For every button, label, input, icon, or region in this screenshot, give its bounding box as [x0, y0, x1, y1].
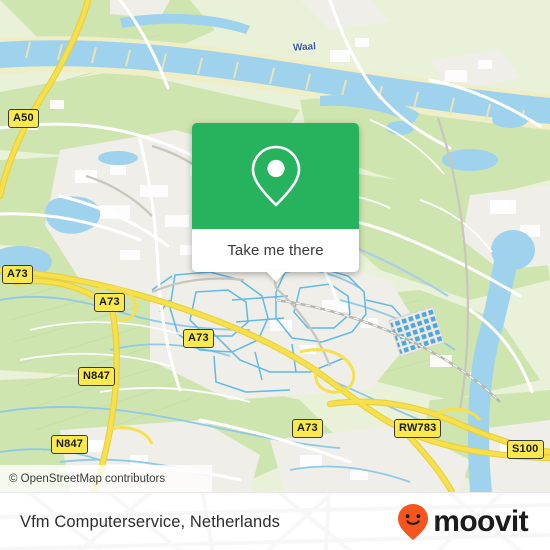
shield-s100: S100 — [507, 440, 544, 459]
moovit-smiley-pin-icon — [398, 504, 429, 540]
shield-a73-1: A73 — [2, 265, 33, 284]
shield-rw783: RW783 — [394, 419, 442, 438]
popup-footer[interactable]: Take me there — [192, 229, 359, 282]
popup-tail-pointer — [265, 271, 286, 282]
moovit-logo[interactable]: moovit — [396, 502, 529, 542]
map-pin-icon — [251, 145, 300, 207]
moovit-wordmark: moovit — [433, 505, 528, 538]
shield-a73-2: A73 — [94, 293, 125, 312]
take-me-there-label: Take me there — [227, 242, 324, 259]
osm-attribution-bar[interactable]: © OpenStreetMap contributors — [0, 465, 212, 492]
water-label-waal: Waal — [292, 41, 317, 54]
popup-header — [192, 123, 359, 229]
shield-n847-1: N847 — [78, 367, 116, 386]
place-title: Vfm Computerservice, Netherlands — [20, 512, 280, 531]
shield-n847-2: N847 — [51, 435, 89, 454]
map-canvas[interactable]: Waal A50 A73 A73 A73 N847 N847 A73 RW783… — [0, 0, 550, 492]
shield-a50: A50 — [8, 109, 39, 128]
place-popup-card[interactable]: Take me there — [192, 123, 359, 282]
shield-a73-4: A73 — [292, 419, 323, 438]
page-footer: Vfm Computerservice, Netherlands moovit — [0, 492, 550, 550]
osm-attribution-text: © OpenStreetMap contributors — [9, 472, 166, 485]
moovit-map-screen: Waal A50 A73 A73 A73 N847 N847 A73 RW783… — [0, 0, 550, 550]
shield-a73-3: A73 — [183, 329, 214, 348]
